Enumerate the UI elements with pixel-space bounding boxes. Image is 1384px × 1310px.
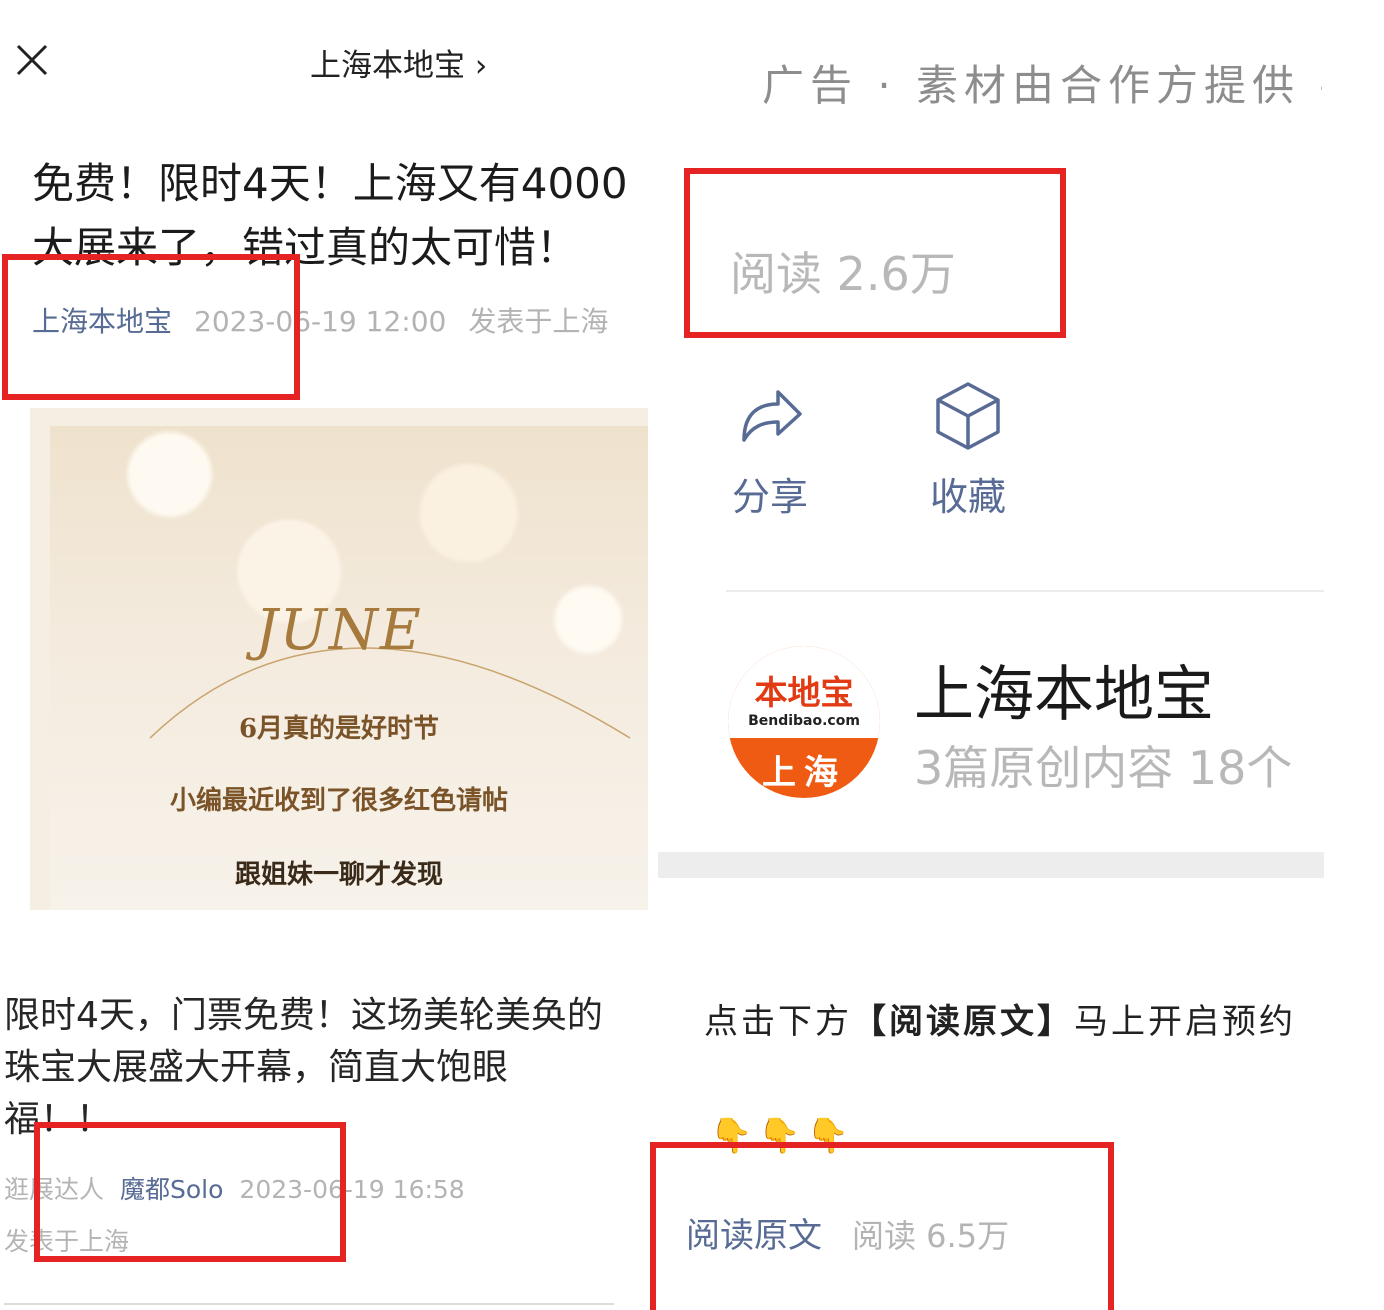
avatar-city-text: 上海 [762, 753, 846, 793]
section-separator [658, 852, 1324, 878]
cover-line1: 6月真的是好时节 [238, 714, 440, 744]
ad-disclaimer: 广告 · 素材由合作方提供 - [762, 61, 1322, 110]
divider [726, 590, 1324, 592]
cover-line3: 跟姐妹一聊才发现 [234, 860, 443, 890]
share-icon[interactable] [738, 382, 804, 448]
highlight-box-read-count [684, 168, 1066, 338]
profile-name[interactable]: 上海本地宝 [914, 646, 1214, 733]
highlight-box-read-original [650, 1142, 1114, 1310]
favorite-button-label[interactable]: 收藏 [930, 466, 1006, 521]
bottom-divider [4, 1303, 614, 1305]
close-icon[interactable] [14, 42, 50, 78]
cta-suffix: 马上开启预约 [1074, 1002, 1296, 1042]
article-title-line1: 免费！限时4天！上海又有4000 [32, 159, 628, 208]
cover-image[interactable]: JUNE 6月真的是好时节 小编最近收到了很多红色请帖 跟姐妹一聊才发现 [30, 408, 648, 910]
cta-text: 点击下方【阅读原文】马上开启预约 [704, 994, 1324, 1043]
article-location: 发表于上海 [468, 305, 609, 338]
highlight-box-second-author [34, 1122, 346, 1262]
share-button-label[interactable]: 分享 [732, 466, 808, 521]
cover-heading: JUNE [255, 598, 423, 663]
cta-highlight: 【阅读原文】 [852, 1002, 1074, 1042]
cover-line2: 小编最近收到了很多红色请帖 [169, 786, 508, 816]
avatar-domain-text: Bendibao.com [748, 713, 860, 729]
account-avatar[interactable]: 本地宝 Bendibao.com 上海 [728, 646, 880, 798]
cta-prefix: 点击下方 [704, 1002, 852, 1042]
favorite-icon[interactable] [934, 380, 1002, 450]
highlight-box-account [2, 254, 300, 400]
avatar-logo-text: 本地宝 [754, 673, 854, 712]
account-link[interactable]: 上海本地宝 › [310, 40, 487, 85]
profile-stats: 3篇原创内容 18个 [914, 741, 1293, 795]
